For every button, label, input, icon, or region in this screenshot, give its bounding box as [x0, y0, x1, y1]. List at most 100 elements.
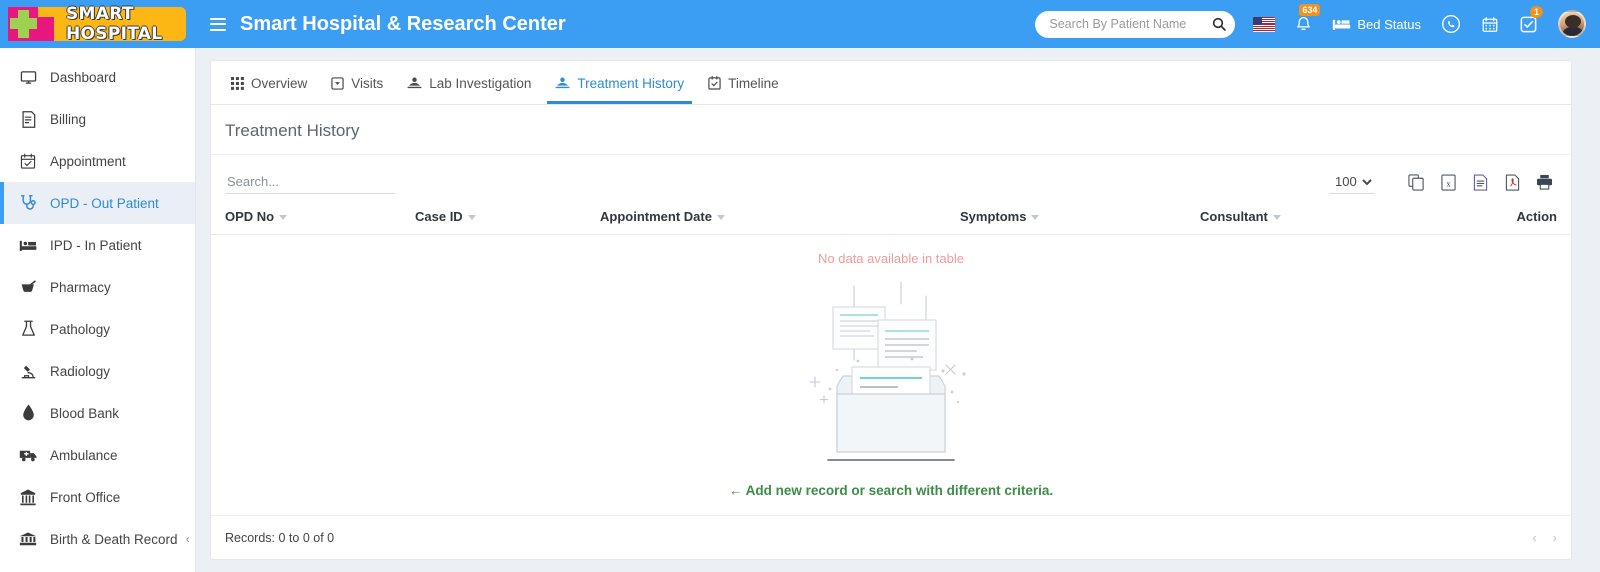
- sidebar: Dashboard Billing Appointment OPD - Out …: [0, 48, 196, 572]
- sidebar-item-opd[interactable]: OPD - Out Patient: [0, 182, 195, 224]
- column-header-consultant[interactable]: Consultant: [1186, 201, 1423, 235]
- search-icon[interactable]: [1211, 16, 1227, 32]
- table-footer: Records: 0 to 0 of 0 ‹ ›: [211, 515, 1571, 559]
- us-flag-icon[interactable]: [1253, 16, 1276, 32]
- blood-drop-icon: [18, 404, 38, 422]
- hospital-cross-icon: [8, 7, 54, 41]
- pagination-prev[interactable]: ‹: [1532, 530, 1536, 545]
- invoice-icon: [18, 110, 38, 128]
- monitor-icon: [18, 68, 38, 86]
- treatment-icon: [555, 77, 570, 90]
- empty-state-illustration: [211, 274, 1571, 469]
- bed-status-label: Bed Status: [1357, 16, 1421, 32]
- building-icon: [18, 488, 38, 506]
- tab-timeline[interactable]: Timeline: [696, 62, 791, 104]
- sidebar-item-dashboard[interactable]: Dashboard: [0, 56, 195, 98]
- page-length-select[interactable]: 100: [1329, 170, 1375, 194]
- stethoscope-icon: [18, 194, 38, 212]
- search-input[interactable]: [1049, 17, 1212, 31]
- sidebar-item-label: Radiology: [50, 363, 111, 379]
- copy-icon[interactable]: [1403, 170, 1429, 194]
- tab-lab-investigation[interactable]: Lab Investigation: [395, 62, 543, 104]
- print-icon[interactable]: [1531, 170, 1557, 194]
- notifications-button[interactable]: 634: [1295, 4, 1321, 33]
- panel-title: Treatment History: [211, 105, 1571, 155]
- calendar-icon: [1482, 16, 1498, 32]
- sidebar-item-front-office[interactable]: Front Office: [0, 476, 195, 518]
- tab-label: Treatment History: [577, 75, 685, 91]
- tab-treatment-history[interactable]: Treatment History: [543, 62, 696, 104]
- table-header-row: OPD No Case ID Appointment Date Symptoms…: [211, 201, 1571, 235]
- table-toolbar: 100 x: [211, 155, 1571, 201]
- column-header-opd-no[interactable]: OPD No: [211, 201, 401, 235]
- tab-bar: Overview Visits Lab Investigation Treatm…: [211, 61, 1571, 105]
- tab-label: Timeline: [728, 75, 779, 91]
- visit-icon: [331, 76, 344, 90]
- sidebar-item-radiology[interactable]: Radiology: [0, 350, 195, 392]
- empty-message: No data available in table: [818, 251, 964, 266]
- sidebar-item-pathology[interactable]: Pathology: [0, 308, 195, 350]
- sidebar-item-label: Front Office: [50, 489, 121, 505]
- sidebar-item-ambulance[interactable]: Ambulance: [0, 434, 195, 476]
- sidebar-item-label: Pathology: [50, 321, 111, 337]
- bed-icon: [1333, 19, 1351, 30]
- table-body: No data available in table: [211, 235, 1571, 266]
- calendar-button[interactable]: [1481, 15, 1499, 34]
- pagination-next[interactable]: ›: [1553, 530, 1557, 545]
- column-header-symptoms[interactable]: Symptoms: [946, 201, 1186, 235]
- table-search-input[interactable]: [225, 170, 395, 194]
- empty-state-hint[interactable]: ← Add new record or search with differen…: [211, 483, 1571, 498]
- top-header: SMART HOSPITAL Smart Hospital & Research…: [0, 0, 1600, 48]
- content-card: Overview Visits Lab Investigation Treatm…: [210, 60, 1572, 560]
- hamburger-icon[interactable]: [210, 17, 226, 31]
- patient-search[interactable]: [1035, 10, 1236, 38]
- calendar-check-icon: [18, 152, 38, 170]
- bell-icon: [1297, 16, 1311, 30]
- sidebar-item-appointment[interactable]: Appointment: [0, 140, 195, 182]
- tab-overview[interactable]: Overview: [219, 62, 319, 104]
- whatsapp-button[interactable]: [1441, 14, 1461, 34]
- column-header-appointment-date[interactable]: Appointment Date: [586, 201, 946, 235]
- csv-icon[interactable]: [1467, 170, 1493, 194]
- sidebar-item-ipd[interactable]: IPD - In Patient: [0, 224, 195, 266]
- records-icon: [18, 530, 38, 548]
- timeline-icon: [708, 76, 721, 90]
- whatsapp-icon: [1442, 15, 1460, 33]
- mortar-pestle-icon: [18, 278, 38, 296]
- pagination: ‹ ›: [1532, 530, 1557, 545]
- pdf-icon[interactable]: [1499, 170, 1525, 194]
- bed-status-button[interactable]: Bed Status: [1332, 17, 1421, 32]
- sidebar-item-label: Blood Bank: [50, 405, 120, 421]
- flask-icon: [18, 320, 38, 338]
- sidebar-item-billing[interactable]: Billing: [0, 98, 195, 140]
- sidebar-item-label: OPD - Out Patient: [50, 195, 159, 211]
- app-logo[interactable]: SMART HOSPITAL: [0, 0, 196, 48]
- header-actions: 634 Bed Status: [1035, 0, 1600, 48]
- sidebar-item-pharmacy[interactable]: Pharmacy: [0, 266, 195, 308]
- sidebar-item-label: IPD - In Patient: [50, 237, 142, 253]
- tab-label: Visits: [351, 75, 384, 91]
- sidebar-item-label: Appointment: [50, 153, 126, 169]
- logo-text: SMART HOSPITAL: [66, 4, 163, 44]
- empty-row: No data available in table: [211, 235, 1571, 266]
- tab-visits[interactable]: Visits: [319, 62, 395, 104]
- chevron-left-icon[interactable]: ‹: [186, 532, 190, 546]
- excel-icon[interactable]: x: [1435, 170, 1461, 194]
- sidebar-item-label: Ambulance: [50, 447, 118, 463]
- tab-label: Lab Investigation: [429, 75, 532, 91]
- tasks-button[interactable]: 1: [1519, 5, 1544, 34]
- hospital-bed-icon: [18, 236, 38, 254]
- tab-label: Overview: [251, 75, 308, 91]
- svg-text:x: x: [1446, 178, 1451, 188]
- avatar[interactable]: [1558, 10, 1586, 38]
- ambulance-icon: [18, 446, 38, 464]
- grid-icon: [231, 76, 244, 90]
- table-head: OPD No Case ID Appointment Date Symptoms…: [211, 201, 1571, 235]
- sidebar-item-blood-bank[interactable]: Blood Bank: [0, 392, 195, 434]
- task-count-badge: 1: [1530, 5, 1544, 18]
- sidebar-item-birth-death-record[interactable]: Birth & Death Record ‹: [0, 518, 195, 560]
- treatment-history-table: OPD No Case ID Appointment Date Symptoms…: [211, 201, 1571, 266]
- column-header-case-id[interactable]: Case ID: [401, 201, 586, 235]
- page-title: Smart Hospital & Research Center: [240, 12, 566, 35]
- lab-icon: [407, 77, 422, 90]
